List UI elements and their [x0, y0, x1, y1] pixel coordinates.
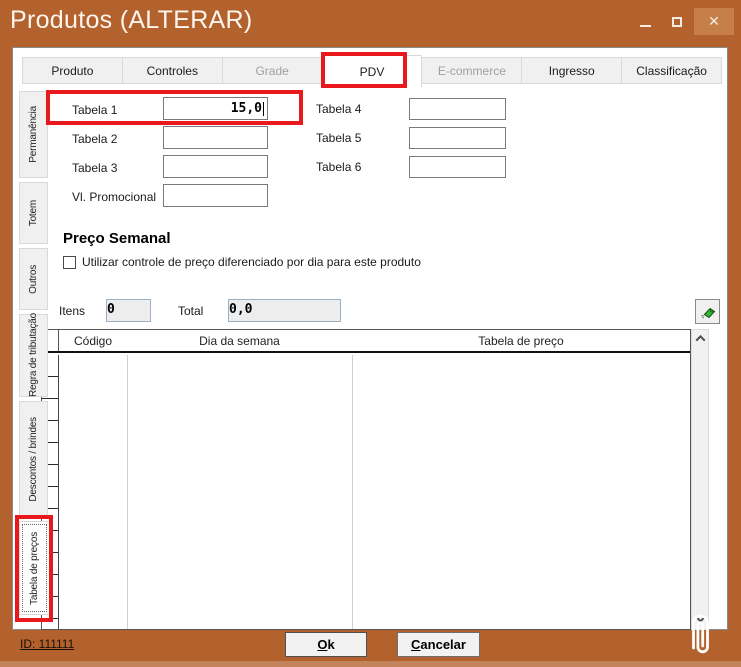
tabela6-input[interactable] [409, 156, 506, 178]
clear-grid-button[interactable] [695, 299, 720, 324]
sidetab-totem[interactable]: Totem [19, 182, 48, 244]
eraser-icon [700, 304, 716, 320]
col-header-codigo: Código [59, 330, 127, 351]
tabela1-input[interactable]: 15,0 [163, 97, 268, 120]
tabela4-label: Tabela 4 [316, 102, 361, 116]
tabela4-input[interactable] [409, 98, 506, 120]
tab-controles[interactable]: Controles [122, 57, 223, 84]
weekly-price-checkbox-label: Utilizar controle de preço diferenciado … [82, 255, 421, 269]
weekly-price-checkbox-row: Utilizar controle de preço diferenciado … [63, 255, 421, 269]
table-header-row: Código Dia da semana Tabela de preço [42, 330, 690, 353]
preco-semanal-heading: Preço Semanal [63, 230, 171, 247]
sidetab-regra-de-tributacao[interactable]: Regra de tributação [19, 314, 48, 397]
sidetab-descontos-brindes[interactable]: Descontos / brindes [19, 401, 48, 517]
col-header-tabela-de-preco: Tabela de preço [352, 330, 690, 351]
weekly-price-checkbox[interactable] [63, 256, 76, 269]
produtos-dialog: Produtos (ALTERAR) ✕ Produto Controles G… [0, 0, 741, 667]
tab-ingresso[interactable]: Ingresso [521, 57, 622, 84]
weekly-price-table: Código Dia da semana Tabela de preço [41, 329, 691, 630]
tab-pdv[interactable]: PDV [322, 55, 423, 87]
dialog-body: Produto Controles Grade PDV E-commerce I… [12, 47, 728, 630]
tab-grade: Grade [222, 57, 323, 84]
close-icon: ✕ [708, 13, 720, 30]
tabela3-label: Tabela 3 [72, 161, 117, 175]
col-header-dia-da-semana: Dia da semana [127, 330, 352, 351]
table-scrollbar[interactable] [691, 329, 709, 630]
scroll-up-button[interactable] [692, 330, 708, 347]
sidetab-permanencia[interactable]: Permanência [19, 91, 48, 178]
paperclip-icon[interactable] [684, 610, 716, 662]
vl-promocional-input[interactable] [163, 184, 268, 207]
minimize-button[interactable] [630, 8, 660, 35]
tabela1-value: 15,0 [231, 101, 262, 116]
tabela1-label: Tabela 1 [72, 103, 117, 117]
column-divider [352, 355, 353, 629]
tabela5-label: Tabela 5 [316, 131, 361, 145]
cancel-button[interactable]: Cancelar [397, 632, 480, 657]
vl-promocional-label: Vl. Promocional [72, 190, 156, 204]
table-body[interactable] [42, 355, 690, 629]
window-title: Produtos (ALTERAR) [10, 6, 253, 35]
tab-classificacao[interactable]: Classificação [621, 57, 722, 84]
record-id-link[interactable]: ID: 111111 [20, 637, 74, 651]
text-cursor [263, 102, 264, 116]
tabela2-input[interactable] [163, 126, 268, 149]
chevron-up-icon [695, 335, 705, 345]
maximize-button[interactable] [662, 8, 692, 35]
total-label: Total [178, 304, 203, 318]
tab-ecommerce: E-commerce [421, 57, 522, 84]
tabela6-label: Tabela 6 [316, 160, 361, 174]
itens-field: 0 [106, 299, 151, 322]
tab-produto[interactable]: Produto [22, 57, 123, 84]
ok-button[interactable]: Ok [285, 632, 367, 657]
tabela3-input[interactable] [163, 155, 268, 178]
column-divider [127, 355, 128, 629]
tabela5-input[interactable] [409, 127, 506, 149]
close-button[interactable]: ✕ [694, 8, 734, 35]
top-tabstrip: Produto Controles Grade PDV E-commerce I… [22, 57, 721, 84]
maximize-icon [672, 17, 682, 27]
sidetab-tabela-de-precos[interactable]: Tabela de preços [19, 521, 50, 615]
total-field: 0,0 [228, 299, 341, 322]
minimize-icon [640, 25, 651, 27]
itens-label: Itens [59, 304, 85, 318]
tabela2-label: Tabela 2 [72, 132, 117, 146]
sidetab-outros[interactable]: Outros [19, 248, 48, 310]
